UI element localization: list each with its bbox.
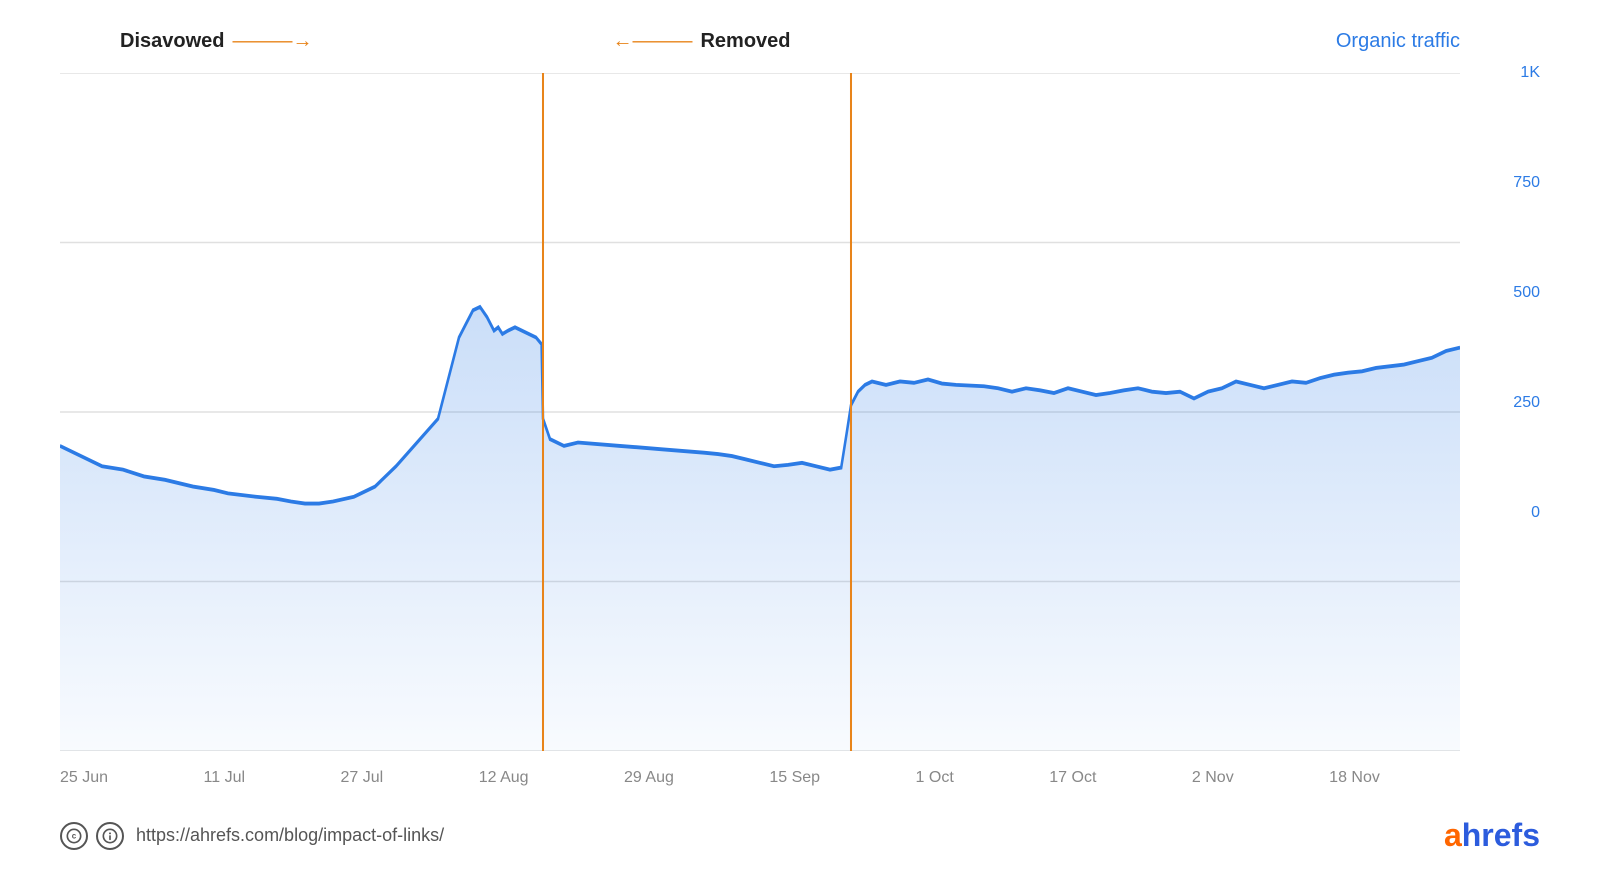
removed-arrow: ←——— — [612, 30, 692, 53]
chart-inner — [60, 73, 1460, 751]
disavowed-label: Disavowed — [120, 30, 224, 53]
x-tick: 17 Oct — [1049, 769, 1096, 787]
info-icon — [96, 822, 124, 850]
ahrefs-logo-a: a — [1444, 817, 1462, 853]
x-tick: 25 Jun — [60, 769, 108, 787]
disavowed-annotation: Disavowed ———→ — [120, 30, 312, 53]
ahrefs-logo: ahrefs — [1444, 817, 1540, 854]
footer-url: https://ahrefs.com/blog/impact-of-links/ — [136, 825, 444, 846]
removed-annotation: ←——— Removed — [612, 30, 790, 53]
x-tick: 12 Aug — [479, 769, 529, 787]
y-tick: 500 — [1513, 284, 1540, 302]
footer: c https://ahrefs.com/blog/impact-of-link… — [60, 817, 1540, 854]
x-tick: 1 Oct — [916, 769, 954, 787]
ahrefs-logo-hrefs: hrefs — [1462, 817, 1540, 853]
x-tick: 27 Jul — [341, 769, 384, 787]
x-tick: 18 Nov — [1329, 769, 1380, 787]
chart-wrapper: 1K7505002500 — [60, 73, 1540, 751]
organic-traffic-legend: Organic traffic — [1336, 30, 1460, 53]
y-tick: 0 — [1531, 504, 1540, 522]
svg-text:c: c — [72, 831, 77, 840]
chart-header: Disavowed ———→ ←——— Removed Organic traf… — [60, 30, 1540, 53]
x-axis: 25 Jun 11 Jul 27 Jul 12 Aug 29 Aug 15 Sep 1 Oc… — [60, 769, 1460, 787]
x-tick: 11 Jul — [204, 769, 246, 787]
y-tick: 1K — [1520, 64, 1540, 82]
chart-svg — [60, 73, 1460, 751]
x-tick: 15 Sep — [769, 769, 820, 787]
y-tick: 750 — [1513, 174, 1540, 192]
x-tick: 29 Aug — [624, 769, 674, 787]
footer-icons: c — [60, 822, 124, 850]
disavowed-arrow: ———→ — [232, 30, 312, 53]
cc-icon: c — [60, 822, 88, 850]
y-axis: 1K7505002500 — [1460, 73, 1540, 751]
removed-label: Removed — [700, 30, 790, 53]
annotations: Disavowed ———→ ←——— Removed — [120, 30, 791, 53]
x-tick: 2 Nov — [1192, 769, 1234, 787]
y-tick: 250 — [1513, 394, 1540, 412]
footer-left: c https://ahrefs.com/blog/impact-of-link… — [60, 822, 444, 850]
chart-area-fill — [60, 307, 1460, 751]
